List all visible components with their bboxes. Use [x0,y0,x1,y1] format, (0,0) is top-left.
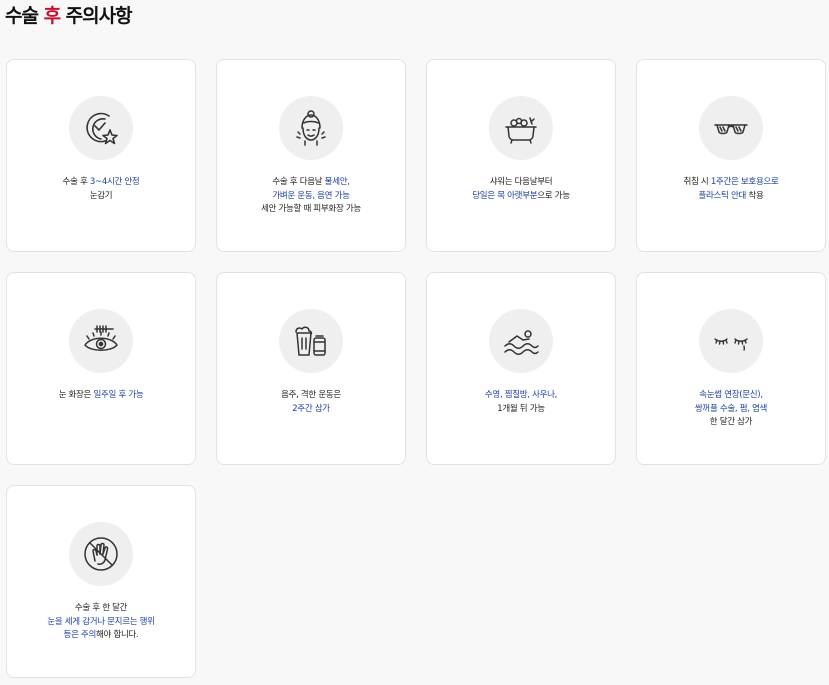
text-line: 수술 후 한 달간 [7,602,195,616]
card-text: 속눈썹 연장(문신), 쌍꺼풀 수술, 펌, 염색 한 달간 삼가 [637,389,825,430]
text-span: 수술 후 [62,177,90,187]
eye-mascara-icon [69,309,133,373]
text-span: 2주간 삼가 [292,403,330,414]
text-span: 음주, 격한 운동은 [281,390,341,400]
text-line: 눈감기 [7,190,195,204]
care-card: 샤워는 다음날부터 당일은 목 아랫부분으로 가능 [426,59,616,252]
care-card: 눈 화장은 일주일 후 가능 [6,272,196,465]
card-text: 수술 후 3~4시간 안정 눈감기 [7,176,195,203]
text-span: 등은 주의 [63,630,97,640]
text-line: 샤워는 다음날부터 [427,176,615,190]
card-text: 음주, 격한 운동은 2주간 삼가 [217,389,405,416]
text-line: 1개월 뒤 가능 [427,403,615,417]
face-wash-icon [279,96,343,160]
text-line: 취침 시 1주간은 보호용으로 [637,176,825,190]
care-card: 수술 후 다음날 물세안, 가벼운 운동, 음연 가능 세안 가능할 때 피부화… [216,59,406,252]
text-span: 물세안, [324,177,350,187]
text-line: 가벼운 운동, 음연 가능 [217,190,405,204]
eyelash-icon [699,309,763,373]
care-card: 음주, 격한 운동은 2주간 삼가 [216,272,406,465]
text-line: 음주, 격한 운동은 [217,389,405,403]
text-line: 수술 후 3~4시간 안정 [7,176,195,190]
text-span: 일주일 후 가능 [93,390,144,400]
card-text: 눈 화장은 일주일 후 가능 [7,389,195,403]
swimming-icon [489,309,553,373]
text-span: 가벼운 운동, 음연 가능 [272,190,350,201]
text-span: 샤워는 다음날부터 [489,177,553,187]
text-span: 속눈썹 연장(문신), [699,390,763,400]
beer-can-icon [279,309,343,373]
text-span: 1개월 뒤 가능 [497,403,545,414]
care-card: 취침 시 1주간은 보호용으로 플라스틱 안대 착용 [636,59,826,252]
page-title: 수술 후 주의사항 [5,1,133,28]
care-card: 수술 후 한 달간 눈을 세게 감거나 문지르는 행위 등은 주의해야 합니다. [6,485,196,678]
bathtub-icon [489,96,553,160]
text-line: 당일은 목 아랫부분으로 가능 [427,190,615,204]
care-card-grid: 수술 후 3~4시간 안정 눈감기 수술 후 다음날 물세안, 가벼운 운동, … [6,59,826,678]
text-span: 착용 [746,190,764,201]
care-card: 속눈썹 연장(문신), 쌍꺼풀 수술, 펌, 염색 한 달간 삼가 [636,272,826,465]
text-span: 쌍꺼풀 수술, 펌, 염색 [694,403,768,414]
text-span: 3~4시간 안정 [89,177,140,187]
card-text: 샤워는 다음날부터 당일은 목 아랫부분으로 가능 [427,176,615,203]
no-hand-icon [69,522,133,586]
text-span: 플라스틱 안대 [698,190,747,201]
text-line: 눈 화장은 일주일 후 가능 [7,389,195,403]
card-text: 수술 후 다음날 물세안, 가벼운 운동, 음연 가능 세안 가능할 때 피부화… [217,176,405,217]
text-span: 으로 가능 [537,190,570,201]
title-accent: 후 [43,5,62,27]
text-span: 해야 합니다. [96,630,139,640]
text-span: 수술 후 한 달간 [74,603,128,613]
card-text: 수술 후 한 달간 눈을 세게 감거나 문지르는 행위 등은 주의해야 합니다. [7,602,195,643]
text-line: 수술 후 다음날 물세안, [217,176,405,190]
text-line: 눈을 세게 감거나 문지르는 행위 [7,616,195,630]
text-line: 쌍꺼풀 수술, 펌, 염색 [637,403,825,417]
card-text: 수영, 찜질방, 사우나, 1개월 뒤 가능 [427,389,615,416]
title-part1: 수술 [5,5,44,27]
text-span: 눈을 세게 감거나 문지르는 행위 [47,616,155,627]
text-line: 세안 가능할 때 피부화장 가능 [217,203,405,217]
text-span: 눈 화장은 [58,390,94,400]
text-span: 세안 가능할 때 피부화장 가능 [261,204,361,214]
clock-star-icon [69,96,133,160]
text-line: 한 달간 삼가 [637,416,825,430]
text-span: 취침 시 [683,177,711,187]
sunglasses-icon [699,96,763,160]
text-span: 당일은 목 아랫부분 [472,190,538,201]
text-line: 2주간 삼가 [217,403,405,417]
card-text: 취침 시 1주간은 보호용으로 플라스틱 안대 착용 [637,176,825,203]
care-card: 수술 후 3~4시간 안정 눈감기 [6,59,196,252]
text-span: 1주간은 보호용으로 [710,177,779,187]
text-line: 속눈썹 연장(문신), [637,389,825,403]
text-span: 수영, 찜질방, 사우나, [484,390,558,400]
text-span: 수술 후 다음날 [272,177,325,187]
text-line: 플라스틱 안대 착용 [637,190,825,204]
text-span: 눈감기 [89,190,113,201]
care-card: 수영, 찜질방, 사우나, 1개월 뒤 가능 [426,272,616,465]
text-line: 등은 주의해야 합니다. [7,629,195,643]
text-span: 한 달간 삼가 [709,417,753,427]
text-line: 수영, 찜질방, 사우나, [427,389,615,403]
title-part2: 주의사항 [60,5,133,27]
